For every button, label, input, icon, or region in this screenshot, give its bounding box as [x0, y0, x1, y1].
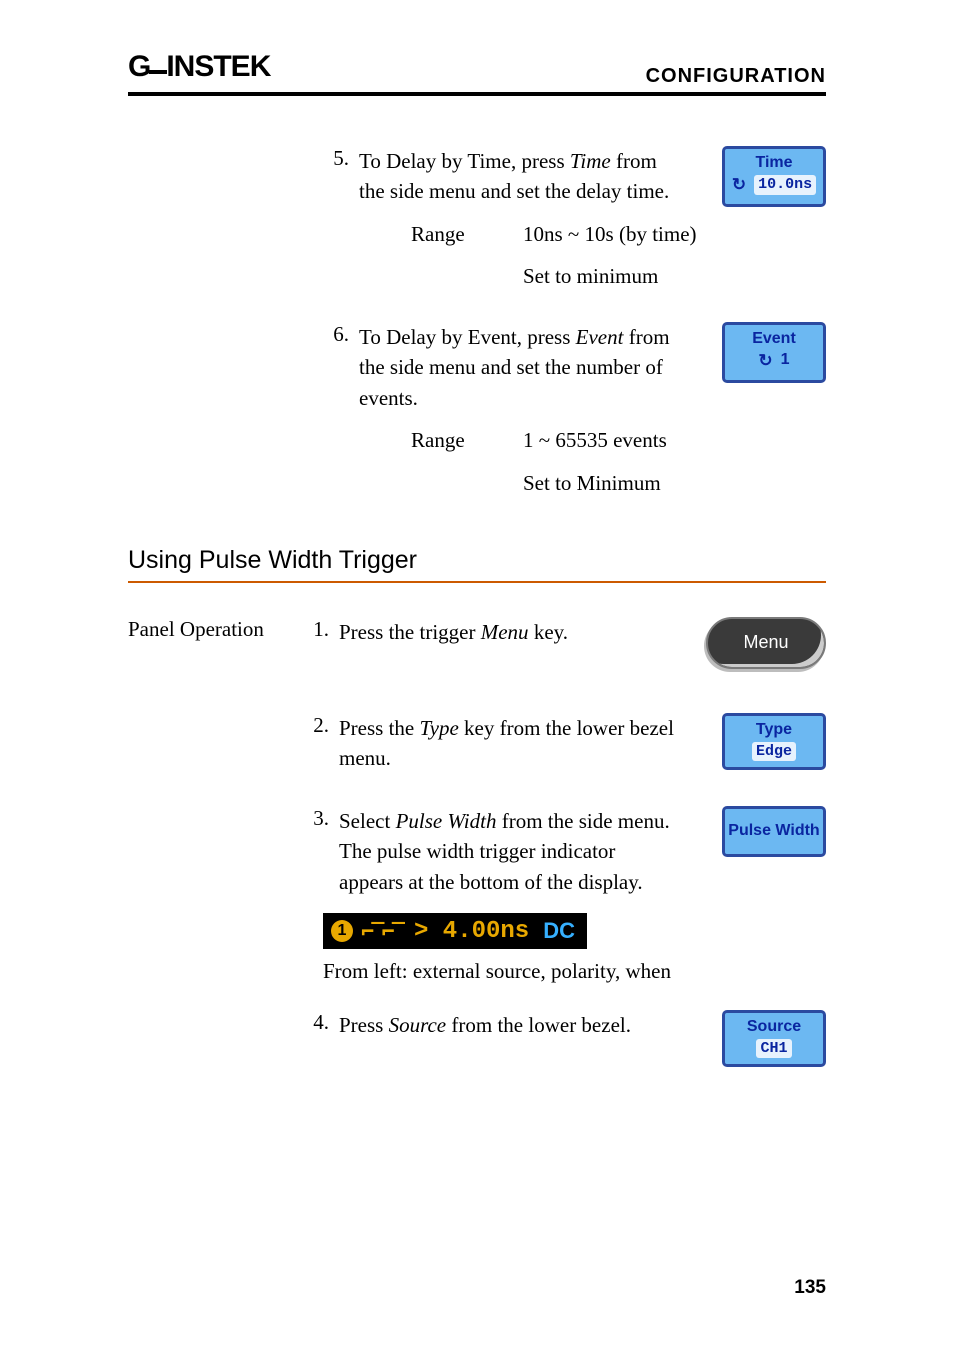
step-text: Press the Type key from the lower bezel … — [339, 713, 686, 774]
range-row: Range 10ns ~ 10s (by time) — [303, 219, 826, 249]
panel-operation-label: Panel Operation — [128, 617, 303, 1075]
page-number: 135 — [794, 1277, 826, 1299]
softkey-value: 10.0ns — [754, 175, 816, 195]
range-row: Range 1 ~ 65535 events — [303, 425, 826, 455]
softkey-label: Pulse Width — [727, 821, 821, 842]
step-5: 5. To Delay by Time, press Time from the… — [303, 146, 826, 207]
pw-step-3: 3. Select Pulse Width from the side menu… — [303, 806, 826, 897]
step-6: 6. To Delay by Event, press Event from t… — [303, 322, 826, 413]
indicator-coupling: DC — [535, 918, 583, 944]
step-text: To Delay by Event, press Event from the … — [359, 322, 686, 413]
type-softkey: Type Edge — [722, 713, 826, 770]
softkey-value: CH1 — [756, 1039, 791, 1059]
indicator-caption: From left: external source, polarity, wh… — [323, 959, 826, 984]
step-text: Press Source from the lower bezel. — [339, 1010, 686, 1067]
softkey-label: Event — [727, 329, 821, 350]
step-number: 3. — [303, 806, 329, 897]
indicator-source: 1 — [331, 920, 353, 942]
step-number: 4. — [303, 1010, 329, 1067]
step-text: Press the trigger Menu key. — [339, 617, 686, 669]
event-softkey: Event ↻ 1 — [722, 322, 826, 383]
pw-step-2: 2. Press the Type key from the lower bez… — [303, 713, 826, 774]
step-number: 5. — [303, 146, 349, 207]
indicator-polarity-icon: ⌐‾⌐‾ — [361, 918, 402, 945]
step-number: 6. — [303, 322, 349, 413]
time-softkey: Time ↻ 10.0ns — [722, 146, 826, 207]
step-text: To Delay by Time, press Time from the si… — [359, 146, 686, 207]
pulsewidth-softkey: Pulse Width — [722, 806, 826, 857]
indicator-when: > 4.00ns — [402, 918, 535, 945]
header-section: CONFIGURATION — [646, 65, 826, 88]
softkey-label: Source — [727, 1017, 821, 1038]
step-number: 2. — [303, 713, 329, 774]
knob-icon: ↻ — [732, 174, 746, 196]
softkey-label: Time — [727, 153, 821, 174]
softkey-value: 1 — [781, 350, 790, 371]
softkey-value: Edge — [752, 742, 796, 762]
brand-logo: G INSTEK — [128, 50, 270, 88]
step-number: 1. — [303, 617, 329, 669]
menu-hardkey: Menu — [706, 617, 826, 669]
trigger-indicator: 1 ⌐‾⌐‾ > 4.00ns DC — [323, 913, 587, 949]
knob-icon: ↻ — [758, 350, 772, 372]
step-text: Select Pulse Width from the side menu. T… — [339, 806, 686, 897]
pw-step-4: 4. Press Source from the lower bezel. So… — [303, 1010, 826, 1067]
softkey-label: Type — [727, 720, 821, 741]
pw-step-1: 1. Press the trigger Menu key. Menu — [303, 617, 826, 669]
page-header: G INSTEK CONFIGURATION — [128, 50, 826, 96]
source-softkey: Source CH1 — [722, 1010, 826, 1067]
section-heading: Using Pulse Width Trigger — [128, 546, 826, 583]
